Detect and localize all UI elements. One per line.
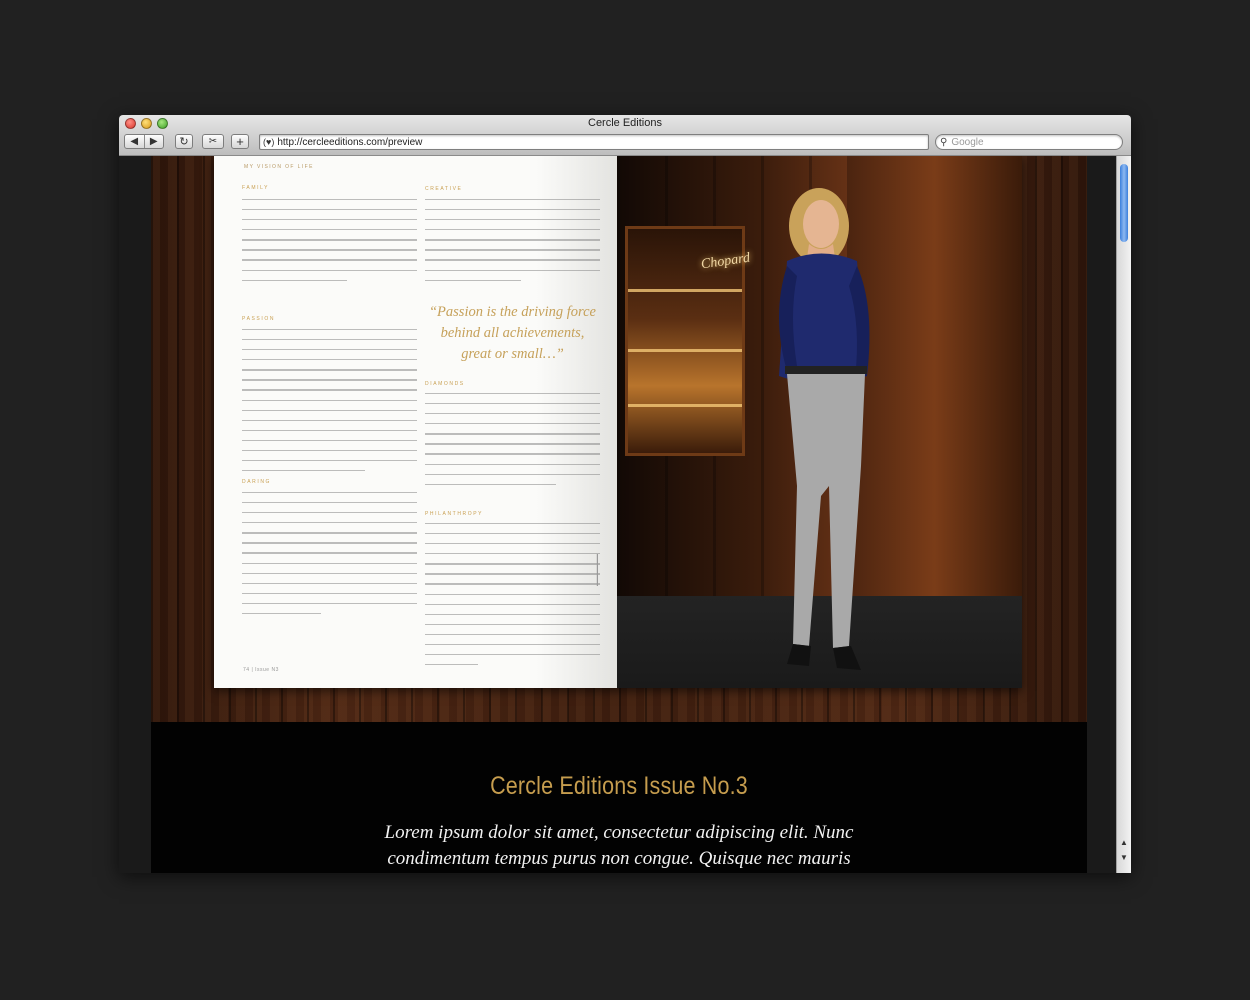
- issue-title: Cercle Editions Issue No.3: [490, 772, 748, 800]
- body-text-lines: [425, 523, 600, 674]
- section-heading-family: FAMILY: [242, 185, 270, 191]
- reload-button[interactable]: ↻: [175, 134, 193, 149]
- running-head: MY VISION OF LIFE: [244, 164, 314, 170]
- window-title: Cercle Editions: [588, 117, 662, 129]
- website: MY VISION OF LIFE FAMILY PASSION DARING: [151, 156, 1087, 873]
- search-field[interactable]: ⚲ Google: [935, 134, 1123, 150]
- pull-quote: “Passion is the driving force behind all…: [428, 304, 596, 362]
- back-button[interactable]: ◀: [125, 136, 144, 147]
- section-heading-diamonds: DIAMONDS: [425, 381, 465, 387]
- add-bookmark-button[interactable]: +: [231, 134, 249, 149]
- section-heading-creative: CREATIVE: [425, 186, 463, 192]
- body-text-lines: [242, 492, 417, 623]
- search-placeholder: Google: [951, 136, 984, 148]
- magazine-spread: MY VISION OF LIFE FAMILY PASSION DARING: [214, 156, 1022, 688]
- scrollbar-thumb[interactable]: [1120, 164, 1128, 242]
- portrait-photo: [779, 188, 870, 670]
- vertical-scrollbar[interactable]: ▲ ▼: [1116, 156, 1131, 873]
- scroll-down-arrow[interactable]: ▼: [1120, 853, 1128, 862]
- magazine-left-page: MY VISION OF LIFE FAMILY PASSION DARING: [214, 156, 617, 688]
- magazine-right-page-photo: Chopard: [617, 156, 1022, 688]
- body-text-lines: [425, 393, 600, 494]
- url-text: http://cercleeditions.com/preview: [277, 136, 423, 148]
- section-heading-philanthropy: PHILANTHROPY: [425, 511, 484, 517]
- body-text-lines: [425, 199, 600, 290]
- page-folio: 74 | Issue N3: [243, 667, 279, 673]
- page-viewport: MY VISION OF LIFE FAMILY PASSION DARING: [119, 156, 1131, 873]
- section-heading-daring: DARING: [242, 479, 272, 485]
- photo-credit-line: ▬▬▬▬▬▬▬▬: [594, 554, 599, 586]
- search-icon: ⚲: [940, 136, 948, 148]
- scroll-up-arrow[interactable]: ▲: [1120, 838, 1128, 847]
- issue-description: Lorem ipsum dolor sit amet, consectetur …: [384, 822, 854, 869]
- snapback-button[interactable]: ✂: [202, 134, 224, 149]
- back-forward-buttons: ◀ ▶: [124, 134, 164, 149]
- title-bar: Cercle Editions ◀ ▶ ↻ ✂ + (♥) http://cer…: [119, 115, 1131, 156]
- section-heading-passion: PASSION: [242, 316, 276, 322]
- forward-button[interactable]: ▶: [145, 136, 164, 147]
- address-bar[interactable]: (♥) http://cercleeditions.com/preview: [259, 134, 929, 150]
- site-icon: (♥): [263, 137, 275, 147]
- body-text-lines: [242, 199, 417, 290]
- browser-window: Cercle Editions ◀ ▶ ↻ ✂ + (♥) http://cer…: [119, 115, 1131, 873]
- body-text-lines: [242, 329, 417, 480]
